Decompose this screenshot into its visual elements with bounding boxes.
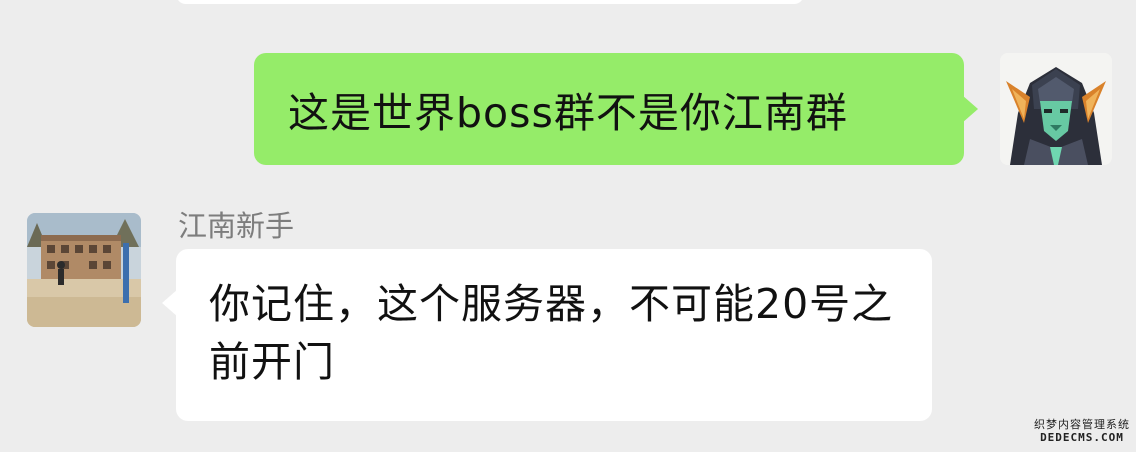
- incoming-message-text: 你记住，这个服务器，不可能20号之前开门: [209, 280, 894, 386]
- outgoing-message-bubble[interactable]: 这是世界boss群不是你江南群: [254, 53, 978, 165]
- armored-character-avatar-icon: [1000, 53, 1112, 165]
- watermark: 织梦内容管理系统 DEDECMS.COM: [1034, 418, 1130, 444]
- incoming-message-bubble[interactable]: 你记住，这个服务器，不可能20号之前开门: [162, 249, 932, 421]
- previous-message-bubble[interactable]: [176, 0, 804, 4]
- sender-name: 江南新手: [178, 209, 295, 243]
- watermark-line2: DEDECMS.COM: [1040, 431, 1124, 444]
- outgoing-message-text: 这是世界boss群不是你江南群: [288, 89, 848, 137]
- watermark-line1: 织梦内容管理系统: [1034, 418, 1130, 431]
- chat-window: 这是世界boss群不是你江南群 江南新手 你记住，这个服务器，不可能20号之前开…: [0, 0, 1136, 452]
- outgoing-avatar[interactable]: [1000, 53, 1112, 165]
- incoming-avatar[interactable]: [27, 213, 141, 327]
- playground-photo-avatar-icon: [27, 213, 141, 327]
